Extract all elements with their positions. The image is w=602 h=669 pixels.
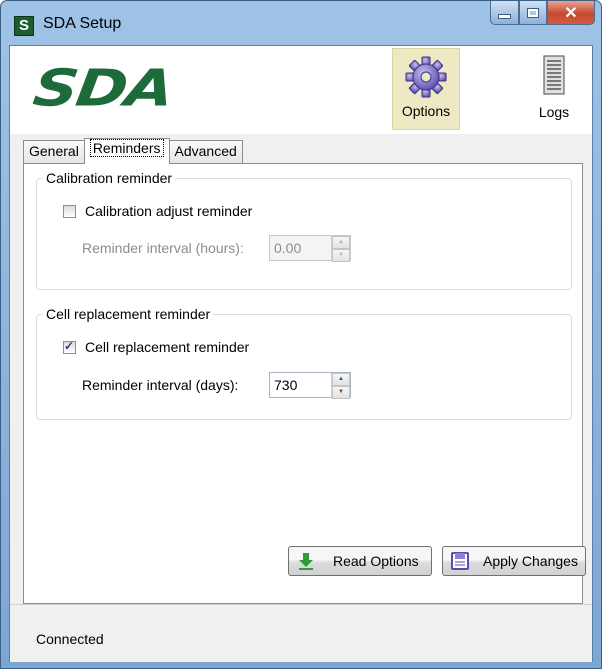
cell-interval-stepper[interactable]: 730 ▲ ▼ bbox=[269, 372, 351, 399]
apply-changes-label: Apply Changes bbox=[483, 553, 578, 569]
apply-changes-button[interactable]: Apply Changes bbox=[442, 546, 586, 576]
cell-interval-row: Reminder interval (days): bbox=[82, 377, 238, 393]
logs-button[interactable]: Logs bbox=[520, 48, 588, 130]
calibration-group-title: Calibration reminder bbox=[43, 170, 176, 186]
tab-general[interactable]: General bbox=[23, 140, 85, 164]
spin-up-icon: ▲ bbox=[332, 236, 350, 249]
cell-replacement-group-title: Cell replacement reminder bbox=[43, 306, 214, 322]
calibration-interval-label: Reminder interval (hours): bbox=[82, 240, 244, 256]
calibration-adjust-label: Calibration adjust reminder bbox=[85, 203, 253, 219]
spin-up-icon[interactable]: ▲ bbox=[332, 373, 350, 386]
tab-strip: General Reminders Advanced bbox=[23, 138, 243, 164]
sda-logo: SDA bbox=[29, 58, 177, 118]
minimize-button[interactable] bbox=[490, 1, 519, 25]
logs-label: Logs bbox=[538, 104, 570, 120]
tab-reminders-label: Reminders bbox=[89, 139, 164, 157]
options-label: Options bbox=[401, 103, 451, 119]
maximize-icon bbox=[527, 7, 539, 18]
status-bar: Connected bbox=[10, 604, 592, 662]
calibration-interval-arrows: ▲ ▼ bbox=[331, 236, 350, 262]
tab-reminders[interactable]: Reminders bbox=[83, 138, 170, 164]
cell-interval-value[interactable]: 730 bbox=[270, 373, 331, 397]
tab-advanced-label: Advanced bbox=[174, 143, 237, 159]
spin-down-icon: ▼ bbox=[332, 249, 350, 262]
cell-interval-label: Reminder interval (days): bbox=[82, 377, 239, 393]
title-bar[interactable]: S SDA Setup ✕ bbox=[1, 1, 601, 45]
calibration-interval-value: 0.00 bbox=[274, 240, 302, 256]
cell-replacement-label: Cell replacement reminder bbox=[85, 339, 250, 355]
close-button[interactable]: ✕ bbox=[547, 1, 595, 25]
window-title: SDA Setup bbox=[43, 15, 122, 32]
cell-replacement-checkbox-row[interactable]: Cell replacement reminder bbox=[63, 339, 249, 355]
cell-replacement-reminder-group: Cell replacement reminder Cell replaceme… bbox=[36, 306, 572, 420]
client-area: SDA Options Logs General Reminders Advan… bbox=[9, 45, 593, 662]
spin-down-icon[interactable]: ▼ bbox=[332, 386, 350, 399]
minimize-icon bbox=[498, 14, 511, 19]
options-panel: General Reminders Advanced Calibration r… bbox=[10, 134, 592, 604]
app-icon: S bbox=[14, 16, 34, 36]
calibration-adjust-checkbox-row[interactable]: Calibration adjust reminder bbox=[63, 203, 252, 219]
tab-advanced[interactable]: Advanced bbox=[168, 140, 243, 164]
gear-icon bbox=[405, 56, 447, 98]
tab-general-label: General bbox=[29, 143, 79, 159]
calibration-interval-stepper: 0.00 ▲ ▼ bbox=[269, 235, 351, 262]
calibration-adjust-checkbox[interactable] bbox=[63, 204, 76, 218]
header: SDA Options Logs bbox=[10, 46, 592, 134]
document-icon bbox=[543, 55, 565, 95]
close-icon: ✕ bbox=[564, 4, 578, 22]
caption-buttons: ✕ bbox=[490, 1, 595, 27]
read-options-label: Read Options bbox=[333, 553, 419, 569]
maximize-button[interactable] bbox=[519, 1, 547, 25]
calibration-reminder-group: Calibration reminder Calibration adjust … bbox=[36, 170, 572, 290]
download-arrow-icon bbox=[299, 553, 313, 570]
options-button[interactable]: Options bbox=[392, 48, 460, 130]
connection-status: Connected bbox=[36, 631, 104, 647]
reminders-tab-panel: Calibration reminder Calibration adjust … bbox=[23, 163, 586, 604]
cell-replacement-checkbox[interactable] bbox=[63, 339, 76, 354]
read-options-button[interactable]: Read Options bbox=[288, 546, 432, 576]
cell-interval-arrows[interactable]: ▲ ▼ bbox=[331, 373, 350, 399]
calibration-interval-row: Reminder interval (hours): bbox=[82, 240, 244, 256]
window: S SDA Setup ✕ SDA Options Logs General R… bbox=[0, 0, 602, 669]
save-icon bbox=[451, 552, 469, 570]
